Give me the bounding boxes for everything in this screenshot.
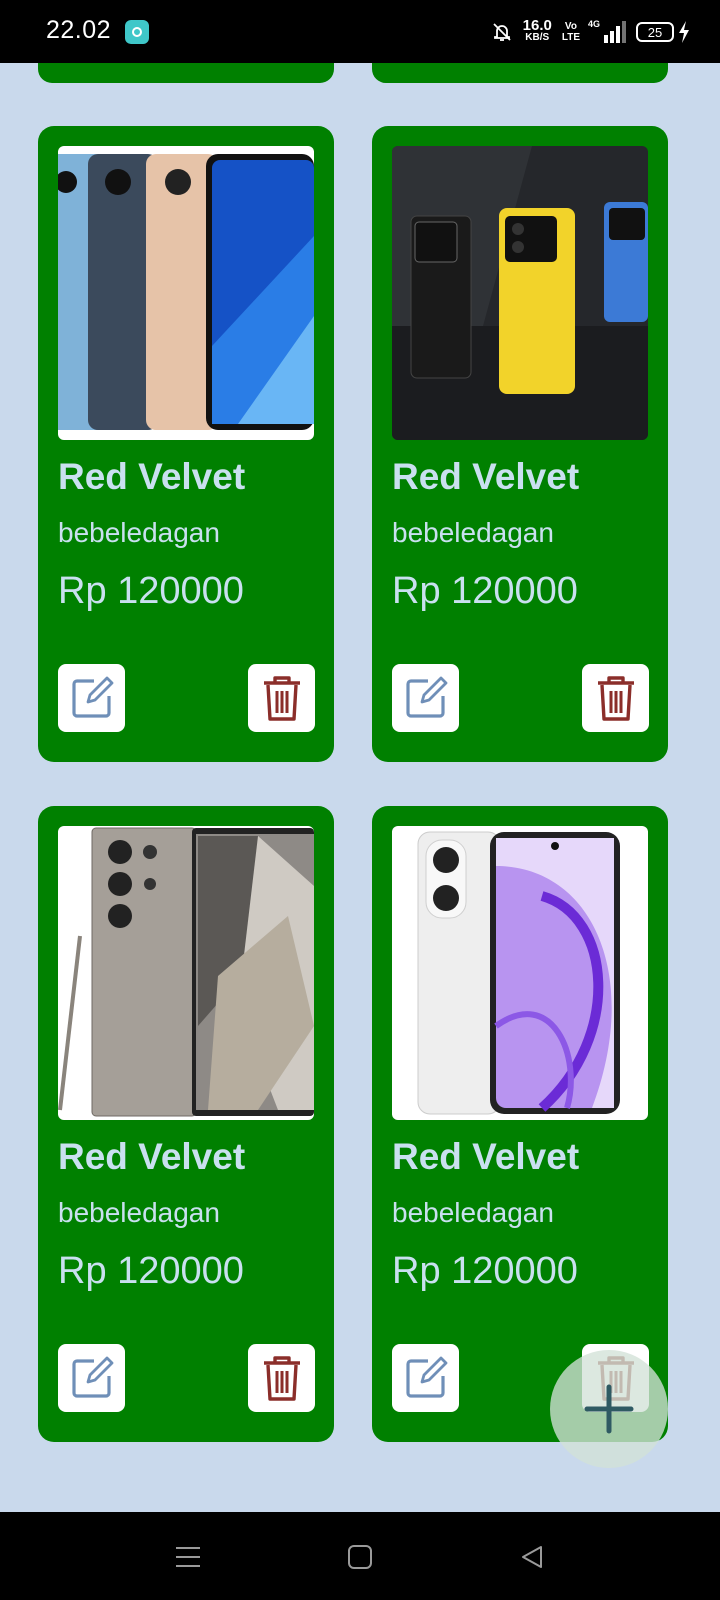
- add-product-button[interactable]: [550, 1350, 668, 1468]
- edit-button[interactable]: [392, 1344, 459, 1412]
- product-card[interactable]: Red Velvet bebeledagan Rp 120000: [38, 126, 334, 762]
- home-button[interactable]: [343, 1540, 377, 1574]
- navigation-bar: [0, 1512, 720, 1600]
- product-card[interactable]: Red Velvet bebeledagan Rp 120000: [372, 126, 668, 762]
- mute-bell-icon: [493, 23, 511, 41]
- status-indicators: 16.0 KB/S Vo LTE 4G 25: [491, 17, 690, 47]
- product-description: bebeledagan: [58, 517, 220, 548]
- battery-indicator: 25: [636, 21, 690, 43]
- product-description: bebeledagan: [392, 517, 554, 548]
- charging-icon: [679, 21, 689, 43]
- product-image: [392, 826, 648, 1120]
- product-card-partial[interactable]: [372, 63, 668, 83]
- status-bar: 22.02 16.0 KB/S Vo LTE 4G 25: [0, 0, 720, 63]
- edit-icon: [405, 1356, 447, 1398]
- home-icon: [348, 1545, 372, 1569]
- product-image: [58, 826, 314, 1120]
- edit-icon: [71, 1356, 113, 1398]
- product-card[interactable]: Red Velvet bebeledagan Rp 120000: [372, 806, 668, 1442]
- product-price: Rp 120000: [58, 1250, 244, 1292]
- samsung-phone-photo: [58, 826, 314, 1120]
- product-image: [392, 146, 648, 440]
- oppo-phone-photo: [392, 826, 648, 1120]
- product-description: bebeledagan: [58, 1197, 220, 1228]
- product-name: Red Velvet: [58, 456, 246, 497]
- delete-button[interactable]: [248, 1344, 315, 1412]
- menu-button[interactable]: [171, 1540, 205, 1574]
- trash-icon: [597, 676, 634, 721]
- product-price: Rp 120000: [392, 570, 578, 612]
- product-name: Red Velvet: [392, 456, 580, 497]
- app-notification-icon: [125, 20, 149, 44]
- edit-icon: [71, 676, 113, 718]
- battery-icon: 25: [636, 22, 674, 42]
- product-name: Red Velvet: [58, 1136, 246, 1177]
- network-speed: 16.0 KB/S: [522, 17, 552, 43]
- product-card[interactable]: Red Velvet bebeledagan Rp 120000: [38, 806, 334, 1442]
- product-name: Red Velvet: [392, 1136, 580, 1177]
- back-icon: [522, 1546, 542, 1568]
- product-card-partial[interactable]: [38, 63, 334, 83]
- edit-button[interactable]: [392, 664, 459, 732]
- volte-indicator: Vo LTE: [561, 21, 580, 43]
- delete-button[interactable]: [248, 664, 315, 732]
- infinix-phones-photo: [58, 146, 314, 440]
- signal-icon: 4G: [588, 19, 626, 43]
- edit-button[interactable]: [58, 1344, 125, 1412]
- product-description: bebeledagan: [392, 1197, 554, 1228]
- plus-icon: [584, 1384, 634, 1434]
- edit-button[interactable]: [58, 664, 125, 732]
- delete-button[interactable]: [582, 664, 649, 732]
- product-price: Rp 120000: [392, 1250, 578, 1292]
- back-button[interactable]: [515, 1540, 549, 1574]
- edit-icon: [405, 676, 447, 718]
- status-time: 22.02: [46, 16, 112, 44]
- product-price: Rp 120000: [58, 570, 244, 612]
- trash-icon: [263, 1356, 300, 1401]
- product-image: [58, 146, 314, 440]
- poco-phones-photo: [392, 146, 648, 440]
- menu-icon: [176, 1547, 200, 1567]
- trash-icon: [263, 676, 300, 721]
